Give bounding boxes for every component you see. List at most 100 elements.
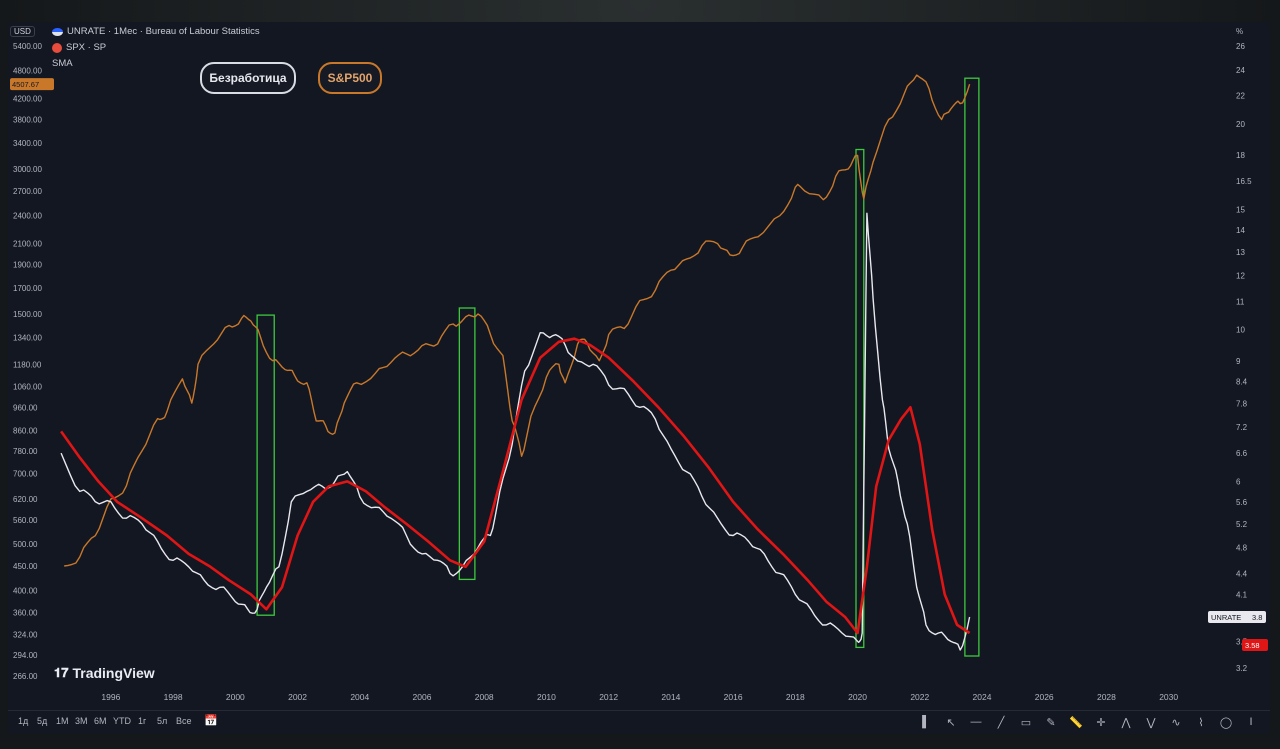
left-axis-tick: 4800.00 xyxy=(13,67,42,76)
left-axis-tick: 700.00 xyxy=(13,470,38,479)
chart-panel[interactable]: 5400.00 4800.00 4200.00 3800.00 3400.00 3000.… xyxy=(8,22,1270,734)
right-axis-tick: 5.6 xyxy=(1236,498,1248,507)
left-axis-tick: 266.00 xyxy=(13,672,38,681)
left-axis-tick: 1700.00 xyxy=(13,284,42,293)
left-axis-tick: 860.00 xyxy=(13,426,38,435)
right-axis-tick: 14 xyxy=(1236,226,1245,235)
x-axis-tick: 1998 xyxy=(164,692,183,702)
highlight-box xyxy=(458,307,476,581)
right-axis-tick: 6 xyxy=(1236,477,1241,486)
bottom-toolbar: 1д 5д 1М 3М 6М YTD 1г 5л Все 📅 ▌ ↖ — ╱ ▭ ✎ 📏 ✛ ⋀ ⋁ ∿ ⌇ ◯ I xyxy=(8,710,1270,734)
x-axis-tick: 2018 xyxy=(786,692,805,702)
left-axis-tick: 1340.00 xyxy=(13,334,42,343)
right-axis-tick: 4.1 xyxy=(1236,590,1248,599)
right-axis-tick: 18 xyxy=(1236,151,1245,160)
right-axis-tick: 24 xyxy=(1236,66,1245,75)
hline-icon[interactable]: — xyxy=(967,714,985,730)
crosshair-icon[interactable]: ✛ xyxy=(1092,714,1110,730)
right-axis-tick: 20 xyxy=(1236,120,1245,129)
ruler-icon[interactable]: 📏 xyxy=(1067,714,1085,730)
unrate-title[interactable]: UNRATE · 1Мес · Bureau of Labour Statist… xyxy=(67,24,260,40)
x-axis-tick: 2000 xyxy=(226,692,245,702)
sma-price-value: 3.58 xyxy=(1245,641,1260,650)
timeframe-button[interactable]: 1г xyxy=(138,716,146,726)
spx-line xyxy=(64,74,971,567)
sma-line xyxy=(60,337,971,635)
left-axis-tick: 324.00 xyxy=(13,631,38,640)
left-axis-tick: 2700.00 xyxy=(13,187,42,196)
left-axis-tick: 294.00 xyxy=(13,651,38,660)
left-axis-tick: 2100.00 xyxy=(13,240,42,249)
chart-canvas[interactable]: 5400.00 4800.00 4200.00 3800.00 3400.00 3000.… xyxy=(8,22,1270,710)
x-axis-tick: 2020 xyxy=(848,692,867,702)
x-axis-tick: 2010 xyxy=(537,692,556,702)
x-axis-tick: 2006 xyxy=(413,692,432,702)
unrate-price-value: 3.8 xyxy=(1252,613,1262,622)
timeframe-button[interactable]: 1д xyxy=(18,716,28,726)
x-axis-tick: 2022 xyxy=(910,692,929,702)
right-axis-tick: 3.2 xyxy=(1236,664,1248,673)
us-flag-icon xyxy=(52,28,63,36)
right-axis-tick: 7.8 xyxy=(1236,399,1248,408)
cursor-icon[interactable]: ↖ xyxy=(942,714,960,730)
right-axis-tick: 26 xyxy=(1236,42,1245,51)
right-axis-unit: % xyxy=(1236,27,1243,36)
left-axis-tick: 450.00 xyxy=(13,562,38,571)
x-axis-tick: 2016 xyxy=(724,692,743,702)
timeframe-button[interactable]: 5л xyxy=(157,716,167,726)
currency-selector[interactable]: USD xyxy=(10,26,35,37)
right-axis-tick: 13 xyxy=(1236,248,1245,257)
left-axis-tick: 360.00 xyxy=(13,609,38,618)
left-axis-tick: 1060.00 xyxy=(13,383,42,392)
tradingview-logo[interactable]: 𝟏𝟕 TradingView xyxy=(54,665,155,681)
spx-label: S&P500 xyxy=(318,62,382,94)
right-axis-tick: 9 xyxy=(1236,357,1241,366)
spx-title[interactable]: SPX · SP xyxy=(66,40,106,56)
x-axis-tick: 2002 xyxy=(288,692,307,702)
pattern4-icon[interactable]: ⌇ xyxy=(1192,714,1210,730)
calendar-icon[interactable]: 📅 xyxy=(204,714,218,727)
text-icon[interactable]: I xyxy=(1242,714,1260,730)
right-axis-tick: 15 xyxy=(1236,205,1245,214)
left-axis-tick: 3800.00 xyxy=(13,116,42,125)
pattern3-icon[interactable]: ∿ xyxy=(1167,714,1185,730)
right-axis-tick: 10 xyxy=(1236,326,1245,335)
unrate-price-label: UNRATE xyxy=(1211,613,1241,622)
left-axis-tick: 400.00 xyxy=(13,587,38,596)
brush-icon[interactable]: ✎ xyxy=(1042,714,1060,730)
x-axis-tick: 2012 xyxy=(599,692,618,702)
left-axis-tick: 1900.00 xyxy=(13,261,42,270)
x-axis-tick: 2004 xyxy=(350,692,369,702)
right-axis-tick: 8.4 xyxy=(1236,377,1248,386)
x-axis-tick: 1996 xyxy=(101,692,120,702)
left-axis-tick: 1180.00 xyxy=(13,360,42,369)
pattern2-icon[interactable]: ⋁ xyxy=(1142,714,1160,730)
left-axis-tick: 2400.00 xyxy=(13,212,42,221)
x-axis-tick: 2024 xyxy=(973,692,992,702)
right-axis-tick: 11 xyxy=(1236,297,1245,306)
timeframe-button[interactable]: 5д xyxy=(37,716,47,726)
right-axis-tick: 4.8 xyxy=(1236,544,1248,553)
right-axis-tick: 6.6 xyxy=(1236,449,1248,458)
x-axis-tick: 2008 xyxy=(475,692,494,702)
bars-icon[interactable]: ▌ xyxy=(917,714,935,730)
sma-label[interactable]: SMA xyxy=(52,56,73,72)
right-axis-tick: 22 xyxy=(1236,92,1245,101)
timeframe-button[interactable]: YTD xyxy=(113,716,131,726)
right-axis-tick: 5.2 xyxy=(1236,520,1248,529)
highlight-box xyxy=(964,77,980,657)
timeframe-button[interactable]: 6М xyxy=(94,716,107,726)
left-axis-tick: 1500.00 xyxy=(13,310,42,319)
spx-icon xyxy=(52,43,62,53)
left-axis-tick: 3400.00 xyxy=(13,139,42,148)
ellipse-icon[interactable]: ◯ xyxy=(1217,714,1235,730)
timeframe-button[interactable]: Все xyxy=(176,716,192,726)
timeframe-button[interactable]: 1М xyxy=(56,716,69,726)
trend-icon[interactable]: ╱ xyxy=(992,714,1010,730)
left-axis-tick: 3000.00 xyxy=(13,165,42,174)
left-axis-tick: 780.00 xyxy=(13,447,38,456)
timeframe-button[interactable]: 3М xyxy=(75,716,88,726)
pattern1-icon[interactable]: ⋀ xyxy=(1117,714,1135,730)
rect-icon[interactable]: ▭ xyxy=(1017,714,1035,730)
drawing-tools: ▌ ↖ — ╱ ▭ ✎ 📏 ✛ ⋀ ⋁ ∿ ⌇ ◯ I xyxy=(917,714,1260,730)
